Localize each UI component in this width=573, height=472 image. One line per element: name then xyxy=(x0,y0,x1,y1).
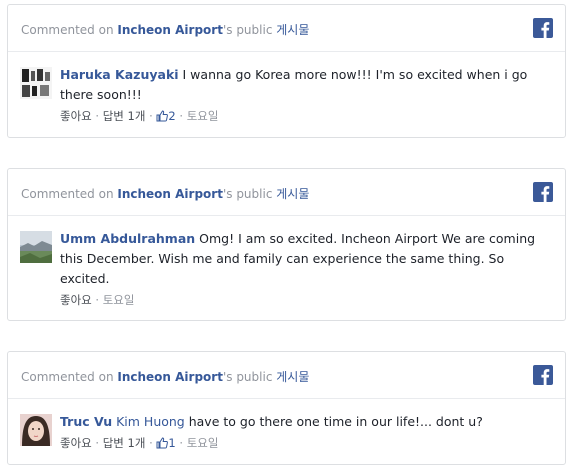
like-button[interactable]: 좋아요 xyxy=(60,436,92,450)
comment-text-line: Umm Abdulrahman Omg! I am so excited. In… xyxy=(60,229,551,289)
page-link[interactable]: Incheon Airport xyxy=(117,370,223,384)
post-link[interactable]: 게시물 xyxy=(276,370,309,384)
comment-actions: 좋아요 · 답변 1개 · 2 · 토요일 xyxy=(60,107,551,125)
card-header: Commented on Incheon Airport's public 게시… xyxy=(21,21,553,41)
separator: · xyxy=(91,109,103,123)
comment-body: Umm Abdulrahman Omg! I am so excited. In… xyxy=(60,229,551,309)
separator: · xyxy=(91,293,103,307)
comment-date[interactable]: 토요일 xyxy=(187,436,219,450)
author-name[interactable]: Truc Vu xyxy=(60,414,112,429)
comment-card: Commented on Incheon Airport's public 게시… xyxy=(7,4,566,138)
divider xyxy=(8,398,565,399)
header-prefix: Commented on xyxy=(21,187,118,201)
divider xyxy=(8,51,565,52)
facebook-icon[interactable] xyxy=(533,365,553,385)
comment-text: have to go there one time in our life!..… xyxy=(184,414,483,429)
header-possessive: 's public xyxy=(222,23,277,37)
like-count-value: 2 xyxy=(168,109,176,123)
profile-photo-icon[interactable] xyxy=(20,414,52,446)
facebook-icon[interactable] xyxy=(533,18,553,38)
comment-card: Commented on Incheon Airport's public 게시… xyxy=(7,168,566,321)
page-link[interactable]: Incheon Airport xyxy=(117,187,223,201)
author-name[interactable]: Umm Abdulrahman xyxy=(60,231,195,246)
card-header: Commented on Incheon Airport's public 게시… xyxy=(21,368,553,388)
thumbs-up-icon xyxy=(156,437,169,449)
separator: · xyxy=(145,109,157,123)
facebook-icon[interactable] xyxy=(533,182,553,202)
separator: · xyxy=(91,436,103,450)
like-count[interactable]: 2 xyxy=(156,109,176,123)
like-count-value: 1 xyxy=(168,436,176,450)
post-link[interactable]: 게시물 xyxy=(276,23,309,37)
card-header: Commented on Incheon Airport's public 게시… xyxy=(21,185,553,205)
like-button[interactable]: 좋아요 xyxy=(60,109,92,123)
separator: · xyxy=(145,436,157,450)
reply-button[interactable]: 답변 1개 xyxy=(103,109,146,123)
comment-date[interactable]: 토요일 xyxy=(187,109,219,123)
thumbs-up-icon xyxy=(156,110,169,122)
comment-actions: 좋아요 · 답변 1개 · 1 · 토요일 xyxy=(60,434,551,452)
reply-button[interactable]: 답변 1개 xyxy=(103,436,146,450)
divider xyxy=(8,215,565,216)
comment-body: Truc Vu Kim Huong have to go there one t… xyxy=(60,412,551,452)
profile-photo-icon[interactable] xyxy=(20,231,52,263)
comment-text-line: Haruka Kazuyaki I wanna go Korea more no… xyxy=(60,65,551,105)
header-possessive: 's public xyxy=(222,370,277,384)
like-count[interactable]: 1 xyxy=(156,436,176,450)
separator: · xyxy=(175,109,187,123)
comment-actions: 좋아요 · 토요일 xyxy=(60,291,551,309)
page-link[interactable]: Incheon Airport xyxy=(117,23,223,37)
comment-card: Commented on Incheon Airport's public 게시… xyxy=(7,351,566,465)
separator: · xyxy=(175,436,187,450)
header-possessive: 's public xyxy=(222,187,277,201)
like-button[interactable]: 좋아요 xyxy=(60,293,92,307)
profile-photo-icon[interactable] xyxy=(20,67,52,99)
author-name[interactable]: Haruka Kazuyaki xyxy=(60,67,179,82)
mention-link[interactable]: Kim Huong xyxy=(116,414,185,429)
header-prefix: Commented on xyxy=(21,370,118,384)
header-prefix: Commented on xyxy=(21,23,118,37)
post-link[interactable]: 게시물 xyxy=(276,187,309,201)
comment-date[interactable]: 토요일 xyxy=(103,293,135,307)
comment-text-line: Truc Vu Kim Huong have to go there one t… xyxy=(60,412,551,432)
comment-body: Haruka Kazuyaki I wanna go Korea more no… xyxy=(60,65,551,125)
